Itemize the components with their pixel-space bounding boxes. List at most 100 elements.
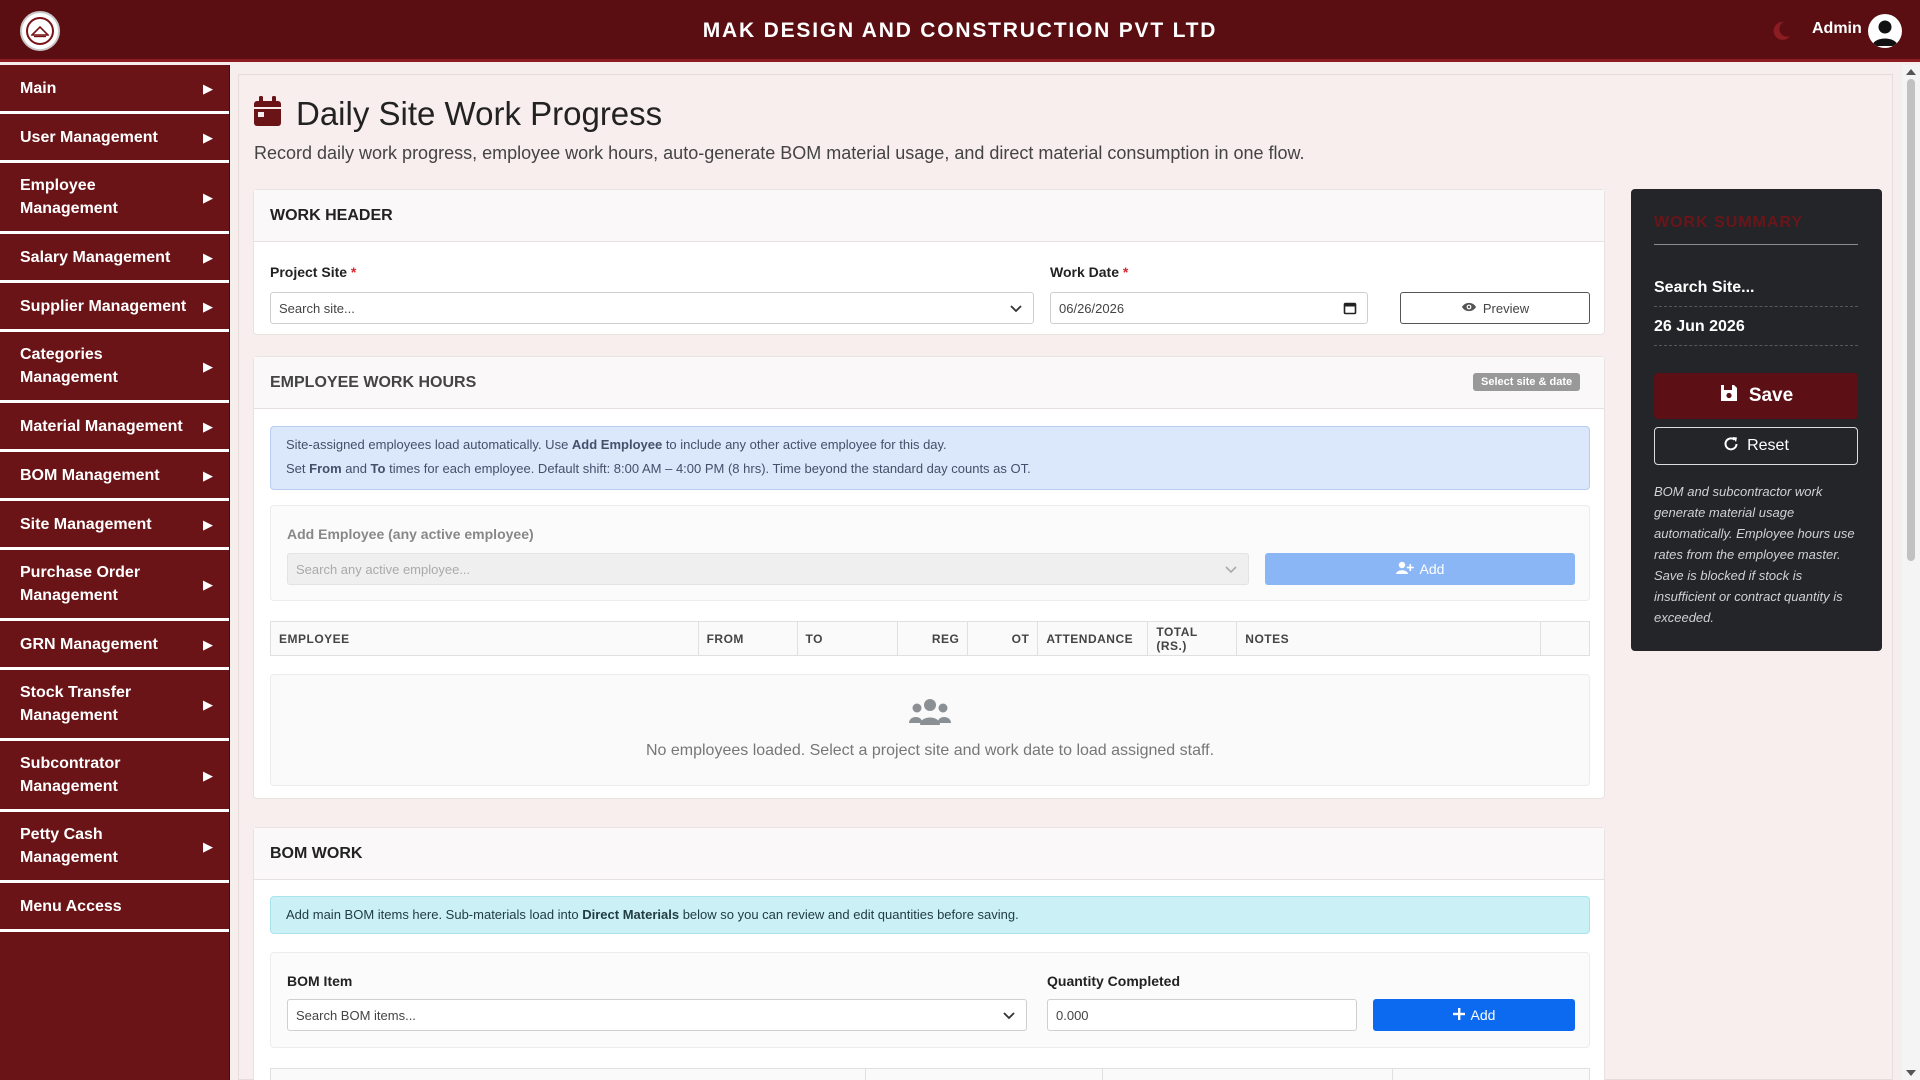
column-from: FROM xyxy=(697,621,798,656)
bom-item-label: BOM Item xyxy=(287,973,353,989)
info-line-1: Site-assigned employees load automatical… xyxy=(286,437,947,452)
summary-date: 26 Jun 2026 xyxy=(1654,318,1745,335)
sidebar-item-main[interactable]: Main ▶ xyxy=(0,65,229,114)
sidebar-item-label: Site Management xyxy=(20,515,152,533)
caret-right-icon: ▶ xyxy=(203,189,213,205)
summary-divider xyxy=(1654,244,1858,245)
sidebar-item-menu-access[interactable]: Menu Access xyxy=(0,883,229,932)
scroll-thumb[interactable] xyxy=(1907,79,1915,561)
bom-work-table: BOM ITEM QTY COMPLETED SAVED TODAY xyxy=(270,1068,1590,1080)
sidebar-item-grn-management[interactable]: GRN Management ▶ xyxy=(0,621,229,670)
caret-right-icon: ▶ xyxy=(203,418,213,434)
add-employee-label: Add Employee (any active employee) xyxy=(287,526,534,542)
sidebar-item-label: Supplier Management xyxy=(20,297,187,315)
reset-button[interactable]: Reset xyxy=(1654,427,1858,465)
add-bom-button[interactable]: Add xyxy=(1373,999,1575,1031)
sidebar-item-user-management[interactable]: User Management ▶ xyxy=(0,114,229,163)
project-site-label: Project Site * xyxy=(270,264,357,280)
user-avatar-icon[interactable] xyxy=(1868,14,1902,48)
caret-right-icon: ▶ xyxy=(203,838,213,854)
quantity-completed-input[interactable]: 0.000 xyxy=(1047,999,1357,1031)
calendar-icon xyxy=(253,96,282,132)
work-date-input[interactable]: 06/26/2026 xyxy=(1050,292,1368,324)
quantity-value: 0.000 xyxy=(1056,1007,1089,1023)
work-header-card: WORK HEADER Project Site * Search site..… xyxy=(253,189,1605,335)
sidebar-item-supplier-management[interactable]: Supplier Management ▶ xyxy=(0,283,229,332)
floppy-disk-icon xyxy=(1719,383,1739,409)
column-to: TO xyxy=(796,621,899,656)
add-employee-button[interactable]: Add xyxy=(1265,553,1575,585)
summary-title: WORK SUMMARY xyxy=(1654,214,1804,231)
rotate-icon xyxy=(1723,436,1739,457)
preview-button[interactable]: Preview xyxy=(1400,292,1590,324)
sidebar-item-petty-cash-management[interactable]: Petty Cash Management ▶ xyxy=(0,812,229,883)
sidebar-item-employee-management[interactable]: Employee Management ▶ xyxy=(0,163,229,234)
sidebar-item-material-management[interactable]: Material Management ▶ xyxy=(0,403,229,452)
user-name[interactable]: Admin xyxy=(1812,20,1862,38)
preview-label: Preview xyxy=(1482,300,1530,316)
plus-icon xyxy=(1452,1007,1465,1023)
quantity-completed-label: Quantity Completed xyxy=(1047,973,1181,989)
sidebar-item-label: Salary Management xyxy=(20,248,171,266)
company-logo[interactable] xyxy=(20,11,60,51)
bom-item-select[interactable]: Search BOM items... xyxy=(287,999,1027,1031)
sidebar-item-label: Material Management xyxy=(20,417,183,435)
calendar-picker-icon[interactable] xyxy=(1343,301,1357,318)
column-qty-completed: QTY COMPLETED xyxy=(864,1068,1104,1080)
sidebar-item-site-management[interactable]: Site Management ▶ xyxy=(0,501,229,550)
reset-label: Reset xyxy=(1747,437,1789,454)
caret-right-icon: ▶ xyxy=(203,80,213,96)
eye-icon xyxy=(1461,301,1477,316)
bom-work-card: BOM WORK Add main BOM items here. Sub-ma… xyxy=(253,827,1605,1080)
sidebar-item-purchase-order-management[interactable]: Purchase Order Management ▶ xyxy=(0,550,229,621)
caret-right-icon: ▶ xyxy=(203,576,213,592)
save-button[interactable]: Save xyxy=(1654,373,1858,419)
column-total: TOTAL (RS.) xyxy=(1147,621,1238,656)
add-employee-panel: Add Employee (any active employee) Searc… xyxy=(270,505,1590,601)
sidebar-item-bom-management[interactable]: BOM Management ▶ xyxy=(0,452,229,501)
sidebar-item-label: Main xyxy=(20,79,57,97)
sidebar-item-label: Categories Management xyxy=(20,346,118,386)
caret-right-icon: ▶ xyxy=(203,129,213,145)
dark-mode-toggle-icon[interactable] xyxy=(1770,20,1792,42)
table-header-row: EMPLOYEE FROM TO REG OT ATTENDANCE TOTAL… xyxy=(270,621,1591,656)
column-reg: REG xyxy=(897,621,969,656)
page-description: Record daily work progress, employee wor… xyxy=(254,143,1305,163)
scroll-up-arrow-icon[interactable] xyxy=(1906,69,1916,75)
sidebar-item-label: Purchase Order Management xyxy=(20,564,141,604)
column-bom-item: BOM ITEM xyxy=(270,1068,866,1080)
sidebar-item-subcontractor-management[interactable]: Subcontrator Management ▶ xyxy=(0,741,229,812)
page-title: Daily Site Work Progress xyxy=(296,95,663,132)
add-label: Add xyxy=(1419,561,1445,577)
sidebar-item-label: Employee Management xyxy=(20,177,118,217)
scroll-down-arrow-icon[interactable] xyxy=(1906,1070,1916,1076)
empty-message: No employees loaded. Select a project si… xyxy=(645,742,1215,759)
table-header-row: BOM ITEM QTY COMPLETED SAVED TODAY xyxy=(270,1068,1590,1080)
sidebar-item-label: Menu Access xyxy=(20,897,122,915)
chevron-down-icon xyxy=(1009,301,1023,318)
sidebar: Main ▶ User Management ▶ Employee Manageme… xyxy=(0,65,230,1080)
summary-divider xyxy=(1654,306,1858,307)
sidebar-item-stock-transfer-management[interactable]: Stock Transfer Management ▶ xyxy=(0,670,229,741)
user-plus-icon xyxy=(1395,561,1414,578)
logo-icon xyxy=(26,17,54,45)
caret-right-icon: ▶ xyxy=(203,767,213,783)
caret-right-icon: ▶ xyxy=(203,298,213,314)
column-actions xyxy=(1539,621,1591,656)
column-employee: EMPLOYEE xyxy=(270,621,699,656)
summary-note: BOM and subcontractor work generate mate… xyxy=(1654,484,1855,625)
sidebar-item-label: User Management xyxy=(20,128,158,146)
work-summary-panel: WORK SUMMARY Search Site... 26 Jun 2026 … xyxy=(1631,189,1882,651)
project-site-select[interactable]: Search site... xyxy=(270,292,1034,324)
status-badge: Select site & date xyxy=(1473,373,1581,391)
sidebar-item-salary-management[interactable]: Salary Management ▶ xyxy=(0,234,229,283)
caret-right-icon: ▶ xyxy=(203,696,213,712)
sidebar-item-label: Subcontrator Management xyxy=(20,755,121,795)
sidebar-item-categories-management[interactable]: Categories Management ▶ xyxy=(0,332,229,403)
employee-info-alert: Site-assigned employees load automatical… xyxy=(270,426,1590,490)
page-scrollbar[interactable] xyxy=(1902,65,1920,1080)
employee-search-select[interactable]: Search any active employee... xyxy=(287,553,1249,585)
info-line-2: Set From and To times for each employee.… xyxy=(286,461,1031,476)
caret-right-icon: ▶ xyxy=(203,249,213,265)
sidebar-item-label: GRN Management xyxy=(20,635,158,653)
